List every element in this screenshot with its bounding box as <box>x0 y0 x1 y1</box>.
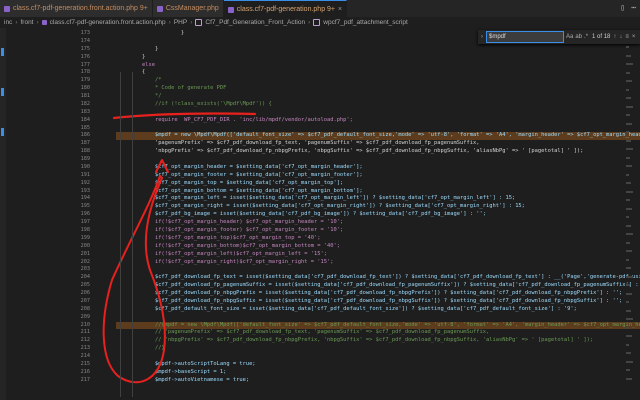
indent-guide <box>132 72 133 397</box>
red-ink-annotation <box>102 112 257 384</box>
loop-stroke <box>102 174 166 384</box>
arrowhead-stroke <box>155 159 169 173</box>
underline-stroke <box>112 112 257 120</box>
indent-guide <box>120 72 121 397</box>
